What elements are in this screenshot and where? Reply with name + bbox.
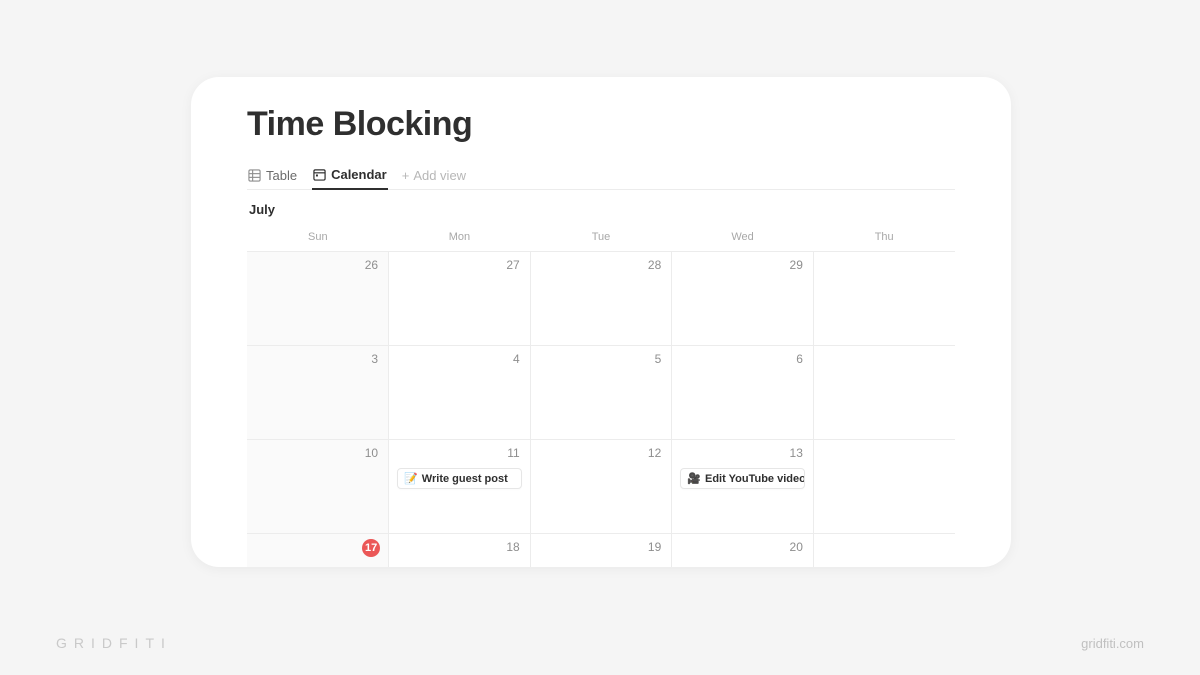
calendar-row: 17 18 19 20 [247, 534, 955, 568]
calendar-cell[interactable]: 11 📝 Write guest post [389, 440, 531, 534]
month-label: July [249, 202, 955, 217]
calendar-cell[interactable]: 3 [247, 346, 389, 440]
weekday-header: Wed [672, 225, 814, 252]
day-number: 18 [506, 540, 519, 554]
calendar-cell[interactable]: 4 [389, 346, 531, 440]
day-number-today: 17 [362, 539, 380, 557]
weekday-header: Mon [389, 225, 531, 252]
weekday-header-row: Sun Mon Tue Wed Thu [247, 225, 955, 252]
day-number: 6 [796, 352, 803, 366]
calendar-icon [313, 168, 326, 181]
card-inner: Time Blocking Table [191, 77, 1011, 567]
tab-calendar[interactable]: Calendar [312, 162, 388, 190]
plus-icon: + [402, 169, 410, 182]
calendar-cell[interactable]: 27 [389, 252, 531, 346]
calendar-row: 10 11 📝 Write guest post 12 13 🎥 Edi [247, 440, 955, 534]
day-number: 29 [790, 258, 803, 272]
calendar-grid: Sun Mon Tue Wed Thu 26 27 28 29 3 4 [247, 225, 955, 567]
event-title: Write guest post [422, 473, 508, 485]
calendar-cell[interactable]: 18 [389, 534, 531, 568]
page-title: Time Blocking [247, 105, 955, 144]
calendar-row: 26 27 28 29 [247, 252, 955, 346]
note-emoji-icon: 📝 [404, 472, 418, 485]
brand-url: gridfiti.com [1081, 636, 1144, 651]
calendar-row: 3 4 5 6 [247, 346, 955, 440]
day-number: 3 [371, 352, 378, 366]
day-number: 10 [365, 446, 378, 460]
calendar-cell[interactable]: 5 [530, 346, 672, 440]
calendar-cell[interactable] [813, 346, 955, 440]
tab-calendar-label: Calendar [331, 167, 387, 182]
day-number: 11 [507, 446, 519, 460]
day-number: 28 [648, 258, 661, 272]
brand-logo-text: GRIDFITI [56, 635, 172, 651]
day-number: 19 [648, 540, 661, 554]
add-view-button[interactable]: + Add view [402, 168, 466, 183]
calendar-cell[interactable]: 17 [247, 534, 389, 568]
table-icon [248, 169, 261, 182]
calendar-cell[interactable]: 28 [530, 252, 672, 346]
calendar-event[interactable]: 🎥 Edit YouTube video [680, 468, 805, 489]
add-view-label: Add view [413, 168, 466, 183]
day-number: 26 [365, 258, 378, 272]
calendar-cell[interactable]: 19 [530, 534, 672, 568]
app-card: Time Blocking Table [191, 77, 1011, 567]
day-number: 5 [655, 352, 662, 366]
calendar-cell[interactable] [813, 252, 955, 346]
day-number: 20 [790, 540, 803, 554]
calendar-cell[interactable] [813, 534, 955, 568]
calendar-cell[interactable]: 29 [672, 252, 814, 346]
day-number: 4 [513, 352, 520, 366]
tab-table-label: Table [266, 168, 297, 183]
day-number: 27 [506, 258, 519, 272]
event-title: Edit YouTube video [705, 473, 805, 485]
calendar-cell[interactable]: 6 [672, 346, 814, 440]
weekday-header: Sun [247, 225, 389, 252]
calendar-cell[interactable]: 20 [672, 534, 814, 568]
weekday-header: Tue [530, 225, 672, 252]
calendar-cell[interactable]: 26 [247, 252, 389, 346]
calendar-cell[interactable]: 13 🎥 Edit YouTube video [672, 440, 814, 534]
calendar-cell[interactable]: 12 [530, 440, 672, 534]
calendar-cell[interactable] [813, 440, 955, 534]
view-tabs: Table Calendar + Add view [247, 162, 955, 190]
calendar-cell[interactable]: 10 [247, 440, 389, 534]
calendar-event[interactable]: 📝 Write guest post [397, 468, 522, 489]
weekday-header: Thu [813, 225, 955, 252]
tab-table[interactable]: Table [247, 162, 298, 190]
day-number: 12 [648, 446, 661, 460]
video-emoji-icon: 🎥 [687, 472, 701, 485]
day-number: 13 [790, 446, 803, 460]
